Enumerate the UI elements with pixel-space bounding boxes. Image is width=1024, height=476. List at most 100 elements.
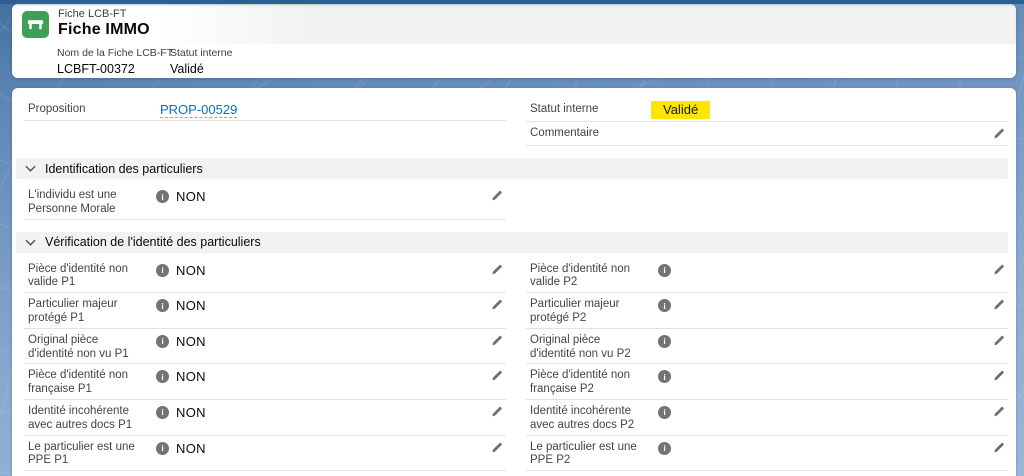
edit-pencil-button[interactable] bbox=[992, 439, 1008, 457]
pencil-icon bbox=[992, 441, 1005, 454]
field-row: Le particulier est une PPE P1 i NON bbox=[24, 436, 506, 472]
record-detail-card: Proposition PROP-00529 Statut interne Va… bbox=[12, 88, 1016, 476]
field-row: Particulier non résident fiscal P1 i NON bbox=[24, 471, 506, 476]
info-icon[interactable]: i bbox=[156, 370, 169, 383]
section-verification-grid: Pièce d'identité non valide P1 i NON Par… bbox=[24, 258, 1008, 476]
field-row-commentaire: Commentaire bbox=[526, 122, 1008, 146]
edit-pencil-button[interactable] bbox=[992, 367, 1008, 385]
highlight-field-label: Nom de la Fiche LCB-FT bbox=[57, 47, 170, 61]
field-label: Le particulier est une PPE P1 bbox=[28, 439, 146, 469]
info-icon[interactable]: i bbox=[156, 190, 169, 203]
status-badge: Validé bbox=[651, 101, 710, 119]
pencil-icon bbox=[490, 369, 503, 382]
field-row: Particulier majeur protégé P1 i NON bbox=[24, 293, 506, 329]
top-window-strip bbox=[0, 0, 1024, 4]
info-icon[interactable]: i bbox=[156, 335, 169, 348]
pencil-icon bbox=[490, 263, 503, 276]
edit-pencil-button[interactable] bbox=[490, 403, 506, 421]
info-icon[interactable]: i bbox=[658, 406, 671, 419]
edit-pencil-button[interactable] bbox=[490, 261, 506, 279]
info-icon[interactable]: i bbox=[658, 299, 671, 312]
section-title: Vérification de l'identité des particuli… bbox=[45, 235, 261, 249]
section-identification-grid: L'individu est une Personne Morale i NON bbox=[24, 184, 1008, 220]
edit-pencil-button[interactable] bbox=[490, 296, 506, 314]
info-icon[interactable]: i bbox=[658, 264, 671, 277]
edit-pencil-button[interactable] bbox=[490, 332, 506, 350]
section-header-identification[interactable]: Identification des particuliers bbox=[16, 158, 1008, 179]
field-label: Pièce d'identité non valide P2 bbox=[530, 261, 648, 291]
record-type-label: Fiche LCB-FT bbox=[58, 8, 150, 21]
pencil-icon bbox=[992, 405, 1005, 418]
pencil-icon bbox=[992, 298, 1005, 311]
info-icon[interactable]: i bbox=[156, 406, 169, 419]
field-value: NON bbox=[176, 367, 206, 384]
page-title: Fiche IMMO bbox=[58, 21, 150, 39]
field-row: Particulier non résident fiscal P2 i bbox=[526, 471, 1008, 476]
field-row: Le particulier est une PPE P2 i bbox=[526, 436, 1008, 472]
field-row: Identité incohérente avec autres docs P2… bbox=[526, 400, 1008, 436]
field-row: Pièce d'identité non valide P2 i bbox=[526, 258, 1008, 294]
edit-pencil-button[interactable] bbox=[992, 332, 1008, 350]
record-header-card: Fiche LCB-FT Fiche IMMO Nom de la Fiche … bbox=[12, 4, 1016, 78]
field-row: Pièce d'identité non française P1 i NON bbox=[24, 364, 506, 400]
field-label: Statut interne bbox=[530, 101, 648, 117]
record-title-band: Fiche LCB-FT Fiche IMMO bbox=[12, 4, 1016, 44]
detail-top-grid: Proposition PROP-00529 Statut interne Va… bbox=[24, 98, 1008, 146]
highlight-field-value: Validé bbox=[170, 61, 232, 77]
field-label: Pièce d'identité non française P2 bbox=[530, 367, 648, 397]
field-label: Pièce d'identité non valide P1 bbox=[28, 261, 146, 291]
chevron-down-icon[interactable] bbox=[25, 165, 36, 172]
field-label: L'individu est une Personne Morale bbox=[28, 187, 146, 217]
field-label: Commentaire bbox=[530, 125, 648, 141]
field-row-statut-interne: Statut interne Validé bbox=[526, 98, 1008, 122]
field-label: Identité incohérente avec autres docs P1 bbox=[28, 403, 146, 433]
edit-pencil-button[interactable] bbox=[992, 403, 1008, 421]
field-label: Particulier majeur protégé P1 bbox=[28, 296, 146, 326]
field-value: NON bbox=[176, 439, 206, 456]
info-icon[interactable]: i bbox=[658, 442, 671, 455]
edit-pencil-button[interactable] bbox=[490, 439, 506, 457]
info-icon[interactable]: i bbox=[658, 335, 671, 348]
field-row: Identité incohérente avec autres docs P1… bbox=[24, 400, 506, 436]
field-value: NON bbox=[176, 403, 206, 420]
field-row: L'individu est une Personne Morale i NON bbox=[24, 184, 506, 220]
pencil-icon bbox=[490, 441, 503, 454]
pencil-icon bbox=[992, 263, 1005, 276]
fiche-entity-icon bbox=[22, 11, 49, 38]
info-icon[interactable]: i bbox=[658, 370, 671, 383]
pencil-icon bbox=[490, 189, 503, 202]
pencil-icon bbox=[992, 334, 1005, 347]
edit-pencil-button[interactable] bbox=[490, 367, 506, 385]
highlight-field-status: Statut interne Validé bbox=[170, 47, 232, 78]
section-title: Identification des particuliers bbox=[45, 162, 203, 176]
field-row: Pièce d'identité non valide P1 i NON bbox=[24, 258, 506, 294]
field-value: NON bbox=[176, 296, 206, 313]
field-value: NON bbox=[176, 261, 206, 278]
edit-pencil-button[interactable] bbox=[490, 187, 506, 205]
field-row-proposition: Proposition PROP-00529 bbox=[24, 98, 506, 121]
section-header-verification[interactable]: Vérification de l'identité des particuli… bbox=[16, 232, 1008, 253]
pencil-icon bbox=[490, 334, 503, 347]
field-row: Original pièce d'identité non vu P1 i NO… bbox=[24, 329, 506, 365]
highlight-field-value: LCBFT-00372 bbox=[57, 61, 170, 77]
edit-pencil-button[interactable] bbox=[992, 296, 1008, 314]
field-row: Particulier majeur protégé P2 i bbox=[526, 293, 1008, 329]
field-label: Original pièce d'identité non vu P1 bbox=[28, 332, 146, 362]
edit-pencil-button[interactable] bbox=[992, 261, 1008, 279]
field-label: Proposition bbox=[28, 101, 146, 117]
pencil-icon bbox=[992, 369, 1005, 382]
field-label: Original pièce d'identité non vu P2 bbox=[530, 332, 648, 362]
highlight-field-label: Statut interne bbox=[170, 47, 232, 61]
field-label: Particulier majeur protégé P2 bbox=[530, 296, 648, 326]
pencil-icon bbox=[490, 405, 503, 418]
chevron-down-icon[interactable] bbox=[25, 239, 36, 246]
info-icon[interactable]: i bbox=[156, 299, 169, 312]
proposition-link[interactable]: PROP-00529 bbox=[160, 101, 237, 118]
pencil-icon bbox=[490, 298, 503, 311]
info-icon[interactable]: i bbox=[156, 264, 169, 277]
info-icon[interactable]: i bbox=[156, 442, 169, 455]
edit-pencil-button[interactable] bbox=[992, 125, 1008, 143]
field-row: Original pièce d'identité non vu P2 i bbox=[526, 329, 1008, 365]
field-value: NON bbox=[176, 187, 206, 204]
pencil-icon bbox=[992, 127, 1005, 140]
